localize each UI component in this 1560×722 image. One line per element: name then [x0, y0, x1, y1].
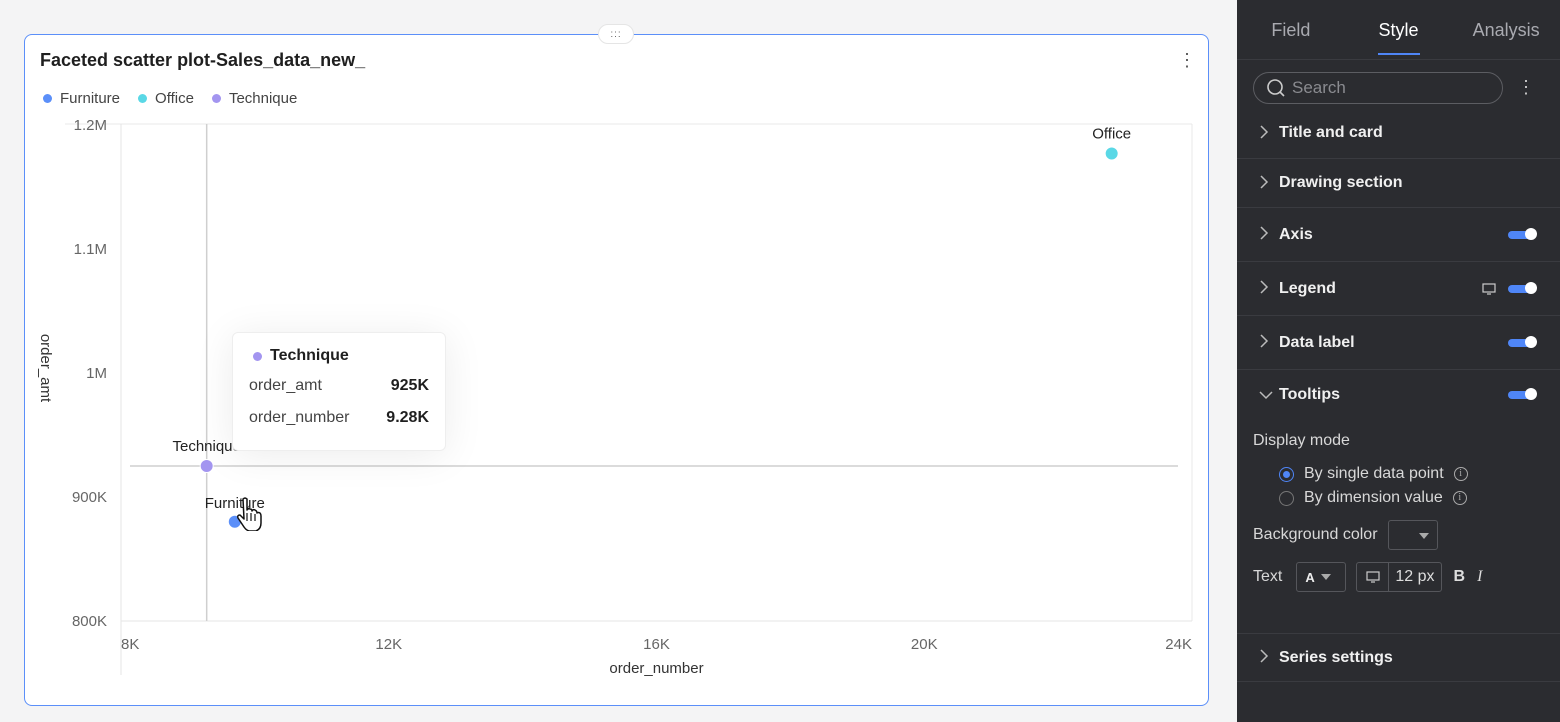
italic-button[interactable]: I [1477, 568, 1482, 586]
tooltips-toggle[interactable] [1508, 388, 1537, 400]
info-icon[interactable]: i [1453, 467, 1468, 481]
section-drawing[interactable]: Drawing section [1237, 159, 1560, 208]
y-tick-label: 1.1M [74, 241, 107, 258]
data-point[interactable] [199, 459, 214, 473]
y-tick-label: 1.2M [74, 117, 107, 134]
section-axis[interactable]: Axis [1237, 208, 1560, 262]
font-size-control[interactable]: 12 px [1356, 562, 1442, 592]
data-label-toggle[interactable] [1508, 335, 1537, 348]
search-input[interactable] [1292, 77, 1492, 98]
section-label: Title and card [1279, 124, 1383, 141]
section-data-label[interactable]: Data label [1237, 316, 1560, 370]
radio-label: By single data point [1304, 465, 1444, 482]
y-axis-title: order_amt [37, 334, 54, 403]
tooltip-header: Technique [249, 347, 429, 365]
data-point-label: Office [1092, 126, 1131, 143]
tooltip-row: order_number 9.28K [249, 409, 429, 427]
x-tick-label: 16K [643, 636, 670, 653]
chevron-down-icon [1320, 574, 1331, 580]
chart-tooltip: Technique order_amt 925K order_number 9.… [232, 332, 446, 451]
monitor-icon [1366, 571, 1380, 583]
panel-more-icon[interactable]: ⋮ [1517, 77, 1535, 98]
font-size-number: 12 [1395, 568, 1414, 585]
section-series-settings[interactable]: Series settings [1237, 634, 1560, 682]
font-size-value[interactable]: 12 px [1389, 568, 1440, 586]
section-label: Axis [1279, 225, 1313, 243]
x-tick-label: 8K [121, 636, 139, 653]
tab-analysis[interactable]: Analysis [1452, 0, 1560, 59]
scatter-plot[interactable]: 800K 900K 1M 1.1M 1.2M 8K 12K 16K 20K 24K order_nu… [25, 35, 1210, 707]
x-tick-label: 20K [911, 636, 938, 653]
chart-card[interactable]: Faceted scatter plot-Sales_data_new_ ⋮ F… [24, 34, 1209, 706]
chevron-right-icon [1259, 649, 1279, 666]
radio-dimension-value[interactable]: By dimension value i [1253, 486, 1544, 510]
x-tick-label: 12K [375, 636, 402, 653]
y-tick-label: 1M [86, 365, 107, 382]
text-style-row: Text A 12 px B I [1253, 562, 1544, 592]
legend-toggle[interactable] [1508, 281, 1537, 294]
background-color-picker[interactable] [1387, 520, 1438, 550]
panel-tabs: Field Style Analysis [1237, 0, 1560, 60]
font-color-picker[interactable]: A [1296, 562, 1347, 592]
chevron-right-icon [1259, 334, 1279, 351]
section-label: Tooltips [1279, 386, 1341, 403]
monitor-icon[interactable] [1482, 282, 1496, 295]
tooltip-row: order_amt 925K [249, 377, 429, 395]
chevron-right-icon [1259, 174, 1279, 192]
search-box[interactable] [1253, 71, 1503, 104]
radio-button[interactable] [1279, 490, 1294, 506]
info-icon[interactable]: i [1452, 491, 1467, 505]
y-tick-label: 800K [72, 613, 107, 630]
data-point[interactable] [1104, 146, 1119, 161]
tooltips-settings: Display mode By single data point i By d… [1237, 420, 1560, 634]
tab-style[interactable]: Style [1345, 0, 1453, 59]
hand-cursor-icon [237, 497, 262, 531]
display-mode-label: Display mode [1253, 432, 1350, 449]
font-size-unit: px [1417, 568, 1435, 585]
style-panel: Field Style Analysis ⋮ Title and card Dr… [1237, 0, 1560, 722]
tab-field[interactable]: Field [1237, 0, 1345, 59]
section-label: Legend [1279, 279, 1336, 297]
section-legend[interactable]: Legend [1237, 262, 1560, 316]
chevron-right-icon [1259, 226, 1279, 243]
tooltip-row-label: order_number [249, 409, 350, 426]
section-title-card[interactable]: Title and card [1237, 108, 1560, 159]
section-label: Data label [1279, 333, 1355, 351]
radio-button[interactable] [1279, 466, 1294, 482]
bold-button[interactable]: B [1454, 568, 1466, 586]
x-axis-title: order_number [609, 660, 703, 677]
axis-toggle[interactable] [1508, 227, 1537, 240]
search-icon [1267, 78, 1285, 97]
radio-single-data-point[interactable]: By single data point i [1253, 462, 1544, 486]
device-toggle[interactable] [1357, 563, 1390, 591]
tooltip-row-value: 925K [390, 377, 429, 394]
y-tick-label: 900K [72, 489, 107, 506]
drag-handle[interactable]: ::: [598, 24, 634, 44]
data-point-label: Technique [172, 438, 240, 455]
section-label: Series settings [1279, 648, 1393, 666]
dashboard-canvas: ::: Faceted scatter plot-Sales_data_new_… [0, 0, 1237, 722]
search-row: ⋮ [1237, 60, 1560, 108]
chevron-right-icon [1259, 280, 1279, 297]
chevron-down-icon [1259, 387, 1279, 403]
section-tooltips[interactable]: Tooltips [1237, 370, 1560, 420]
tooltip-series: Technique [270, 347, 349, 364]
tooltip-row-label: order_amt [249, 377, 322, 394]
section-label: Drawing section [1279, 174, 1403, 191]
chevron-right-icon [1259, 124, 1279, 142]
radio-label: By dimension value [1304, 489, 1443, 506]
text-label: Text [1253, 568, 1283, 585]
x-tick-label: 24K [1165, 636, 1192, 653]
background-color-label: Background color [1253, 526, 1378, 543]
font-color-glyph: A [1305, 569, 1315, 585]
tooltip-dot-icon [253, 351, 262, 361]
background-color-row: Background color [1253, 520, 1544, 550]
tooltip-row-value: 9.28K [386, 409, 429, 426]
